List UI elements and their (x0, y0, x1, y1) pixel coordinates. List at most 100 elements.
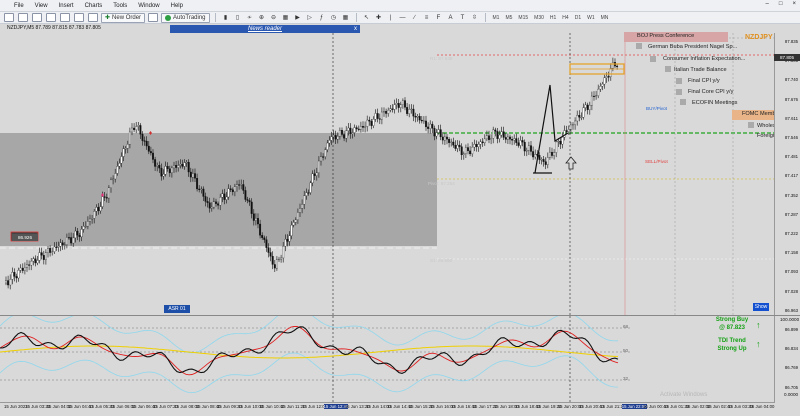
zoom-in-icon[interactable]: ⊕ (257, 13, 267, 23)
candle-body (282, 245, 285, 259)
arrows-icon[interactable]: ⇳ (470, 13, 480, 23)
candle-body (28, 264, 31, 266)
candle-body (586, 104, 589, 110)
candle-body (217, 203, 220, 206)
tdi-trend-state: Strong Up (717, 346, 747, 352)
terminal-icon[interactable] (74, 13, 84, 22)
timeframe-m30[interactable]: M30 (532, 13, 546, 23)
candle-body (271, 256, 274, 265)
price-axis-tick: 86.769 (784, 365, 798, 371)
price-axis-tick: 87.287 (784, 211, 798, 217)
event-german-buba[interactable]: German Buba President Nagel Sp... (648, 44, 737, 50)
tile-windows-icon[interactable]: ▦ (281, 13, 291, 23)
metaeditor-icon[interactable] (148, 13, 159, 22)
crosshair-icon[interactable]: ✚ (374, 13, 384, 23)
timeframe-m1[interactable]: M1 (491, 13, 502, 23)
cursor-icon[interactable]: ↖ (362, 13, 372, 23)
candle-body (584, 104, 587, 108)
candle-body (380, 111, 383, 120)
candle-body (63, 244, 66, 246)
candle-body (483, 138, 486, 144)
candle-body (607, 76, 610, 78)
candle-body (51, 251, 54, 253)
autoscroll-icon[interactable]: ▶ (293, 13, 303, 23)
tdi-chart[interactable] (0, 316, 774, 402)
price-axis-tick: 87.740 (784, 77, 798, 83)
plus-icon: ✚ (105, 15, 111, 21)
timeframe-m5[interactable]: M5 (503, 13, 514, 23)
restore-icon[interactable]: □ (779, 1, 783, 7)
text-icon[interactable]: A (446, 13, 456, 23)
candle-body (38, 252, 41, 261)
timeframe-m15[interactable]: M15 (516, 13, 530, 23)
templates-icon[interactable]: ▦ (341, 13, 351, 23)
candle-body (244, 190, 247, 200)
zoom-out-icon[interactable]: ⊖ (269, 13, 279, 23)
strategy-tester-icon[interactable] (88, 13, 98, 22)
candle-body (603, 77, 606, 85)
price-axis-tick: 87.611 (785, 115, 798, 121)
candle-body (582, 107, 585, 118)
periods-icon[interactable]: ◷ (329, 13, 339, 23)
event-final-cpi[interactable]: Final CPI y/y (688, 78, 720, 84)
s1-label: S1: 86.860 (430, 258, 453, 263)
event-italian-trade[interactable]: Italian Trade Balance (674, 67, 727, 73)
chart-shift-icon[interactable]: ▷ (305, 13, 315, 23)
candle-body (267, 247, 270, 253)
menu-charts[interactable]: Charts (85, 3, 103, 9)
candle-body (538, 155, 541, 160)
channel-icon[interactable]: ≡ (422, 13, 432, 23)
price-chart[interactable] (0, 33, 774, 316)
candle-body (97, 207, 100, 212)
candle-body (513, 138, 516, 141)
navigator-icon[interactable] (60, 13, 70, 22)
menu-window[interactable]: Window (138, 3, 159, 9)
price-axis-tick: 87.028 (784, 288, 798, 294)
candle-body (126, 144, 129, 149)
timeframe-d1[interactable]: D1 (573, 13, 583, 23)
autotrading-button[interactable]: AutoTrading (161, 12, 210, 23)
indicators-icon[interactable]: ƒ (317, 13, 327, 23)
vertical-line-icon[interactable]: | (386, 13, 396, 23)
menu-tools[interactable]: Tools (113, 3, 127, 9)
menu-file[interactable]: File (14, 3, 24, 9)
timeframe-h1[interactable]: H1 (548, 13, 558, 23)
main-toolbar: ✚ New Order AutoTrading ▮ ▯ ≁ ⊕ ⊖ ▦ ▶ ▷ ƒ… (0, 12, 800, 24)
candlestick-icon[interactable]: ▯ (233, 13, 243, 23)
menu-insert[interactable]: Insert (59, 3, 74, 9)
timeframe-mn[interactable]: MN (599, 13, 611, 23)
new-chart-icon[interactable] (4, 13, 14, 22)
candle-body (21, 267, 24, 271)
event-final-core-cpi[interactable]: Final Core CPI y/y (688, 89, 733, 95)
candle-body (53, 246, 56, 252)
show-button[interactable]: Show (753, 303, 769, 311)
symbol-badge: NZDJPY (745, 34, 773, 41)
new-order-button[interactable]: ✚ New Order (101, 12, 146, 23)
profiles-icon[interactable] (18, 13, 28, 22)
asr-button[interactable]: ASR 01 (164, 305, 190, 313)
candle-body (475, 144, 478, 148)
candle-body (301, 204, 304, 209)
line-chart-icon[interactable]: ≁ (245, 13, 255, 23)
minimize-icon[interactable]: – (766, 1, 769, 7)
event-consumer-inflation[interactable]: Consumer Inflation Expectation... (663, 56, 745, 62)
trendline-icon[interactable]: ∕ (410, 13, 420, 23)
price-axis-tick: 87.835 (784, 39, 798, 44)
candle-body (299, 208, 301, 213)
menu-help[interactable]: Help (171, 3, 183, 9)
close-icon[interactable]: × (792, 1, 796, 7)
market-watch-icon[interactable] (32, 13, 42, 22)
menu-view[interactable]: View (35, 3, 48, 9)
candle-body (422, 120, 425, 122)
event-ecofin[interactable]: ECOFIN Meetings (692, 100, 737, 106)
bar-chart-icon[interactable]: ▮ (221, 13, 231, 23)
fibonacci-icon[interactable]: F (434, 13, 444, 23)
timeframe-w1[interactable]: W1 (585, 13, 597, 23)
timeframe-h4[interactable]: H4 (560, 13, 570, 23)
horizontal-line-icon[interactable]: — (398, 13, 408, 23)
label-icon[interactable]: T (458, 13, 468, 23)
candle-body (236, 184, 238, 188)
event-boj[interactable]: BOJ Press Conference (637, 33, 694, 39)
candle-body (72, 237, 75, 244)
data-window-icon[interactable] (46, 13, 56, 22)
